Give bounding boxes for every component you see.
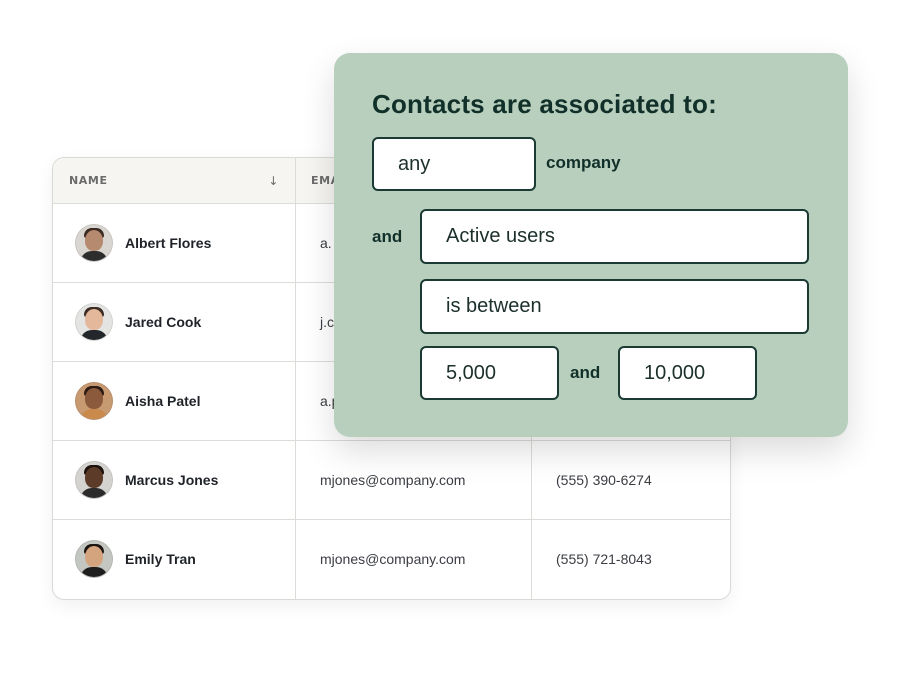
min-value-input[interactable]: 5,000 bbox=[420, 346, 559, 400]
column-header-name-label: NAME bbox=[69, 174, 108, 187]
association-filter-panel: Contacts are associated to: any company … bbox=[334, 53, 848, 437]
avatar bbox=[75, 539, 113, 578]
contact-name: Marcus Jones bbox=[125, 471, 219, 488]
filter-title: Contacts are associated to: bbox=[372, 89, 717, 119]
email-cell: mjones@company.com bbox=[320, 471, 466, 488]
name-cell: Jared Cook bbox=[75, 282, 201, 361]
property-select[interactable]: Active users bbox=[420, 209, 809, 264]
table-row[interactable]: Marcus Jones mjones@company.com (555) 39… bbox=[53, 440, 730, 520]
max-value-input[interactable]: 10,000 bbox=[618, 346, 757, 400]
sort-down-icon[interactable]: ↓ bbox=[268, 174, 279, 188]
quantifier-select[interactable]: any bbox=[372, 137, 536, 191]
name-cell: Emily Tran bbox=[75, 519, 196, 598]
column-header-name[interactable]: NAME ↓ bbox=[69, 158, 279, 203]
avatar bbox=[75, 460, 113, 499]
table-row[interactable]: Emily Tran mjones@company.com (555) 721-… bbox=[53, 519, 730, 598]
name-cell: Aisha Patel bbox=[75, 361, 200, 440]
and-label: and bbox=[372, 227, 403, 246]
contact-name: Jared Cook bbox=[125, 313, 202, 330]
contact-name: Aisha Patel bbox=[125, 392, 201, 409]
between-and-label: and bbox=[570, 363, 601, 382]
email-cell: a. bbox=[320, 234, 332, 251]
email-cell: j.c bbox=[320, 313, 334, 330]
avatar bbox=[75, 302, 113, 341]
name-cell: Marcus Jones bbox=[75, 440, 218, 519]
avatar bbox=[75, 223, 113, 262]
email-cell: mjones@company.com bbox=[320, 550, 466, 567]
phone-cell: (555) 390-6274 bbox=[556, 471, 652, 488]
contact-name: Albert Flores bbox=[125, 234, 212, 251]
name-cell: Albert Flores bbox=[75, 203, 211, 282]
phone-cell: (555) 721-8043 bbox=[556, 550, 652, 567]
entity-label: company bbox=[546, 153, 621, 172]
contact-name: Emily Tran bbox=[125, 550, 196, 567]
avatar bbox=[75, 381, 113, 420]
operator-select[interactable]: is between bbox=[420, 279, 809, 334]
